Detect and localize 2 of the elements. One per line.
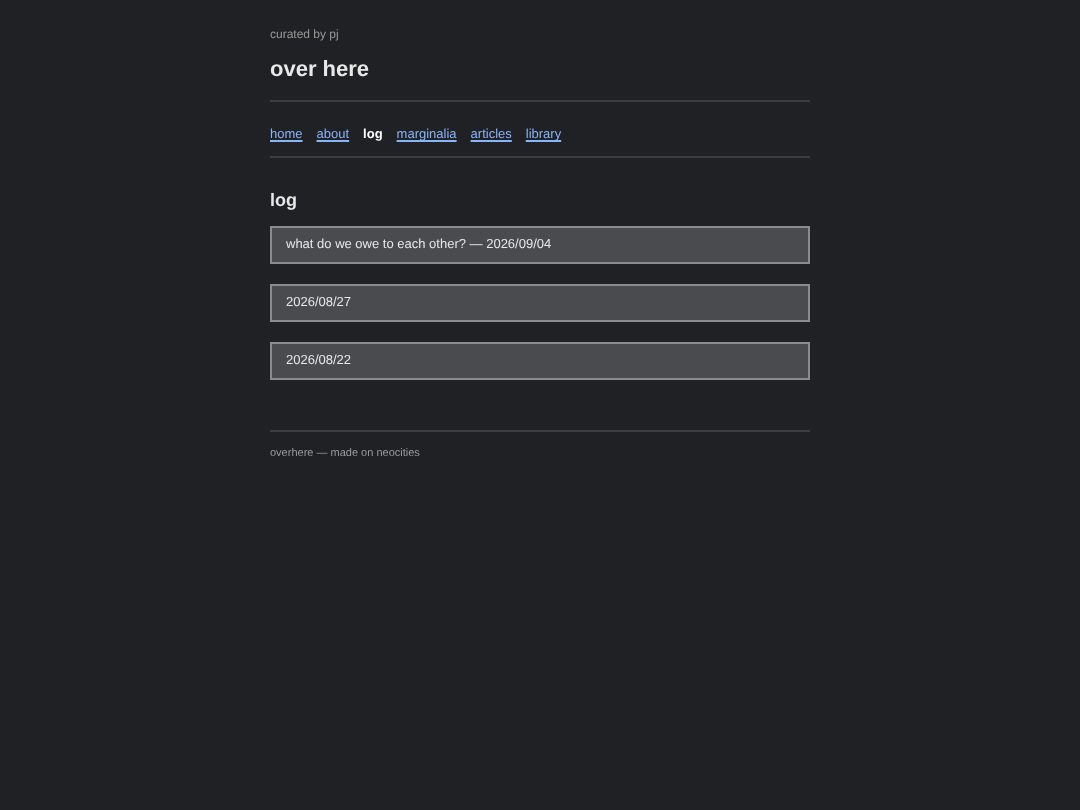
section-heading: log xyxy=(270,190,299,210)
site-title: over here xyxy=(270,58,372,82)
